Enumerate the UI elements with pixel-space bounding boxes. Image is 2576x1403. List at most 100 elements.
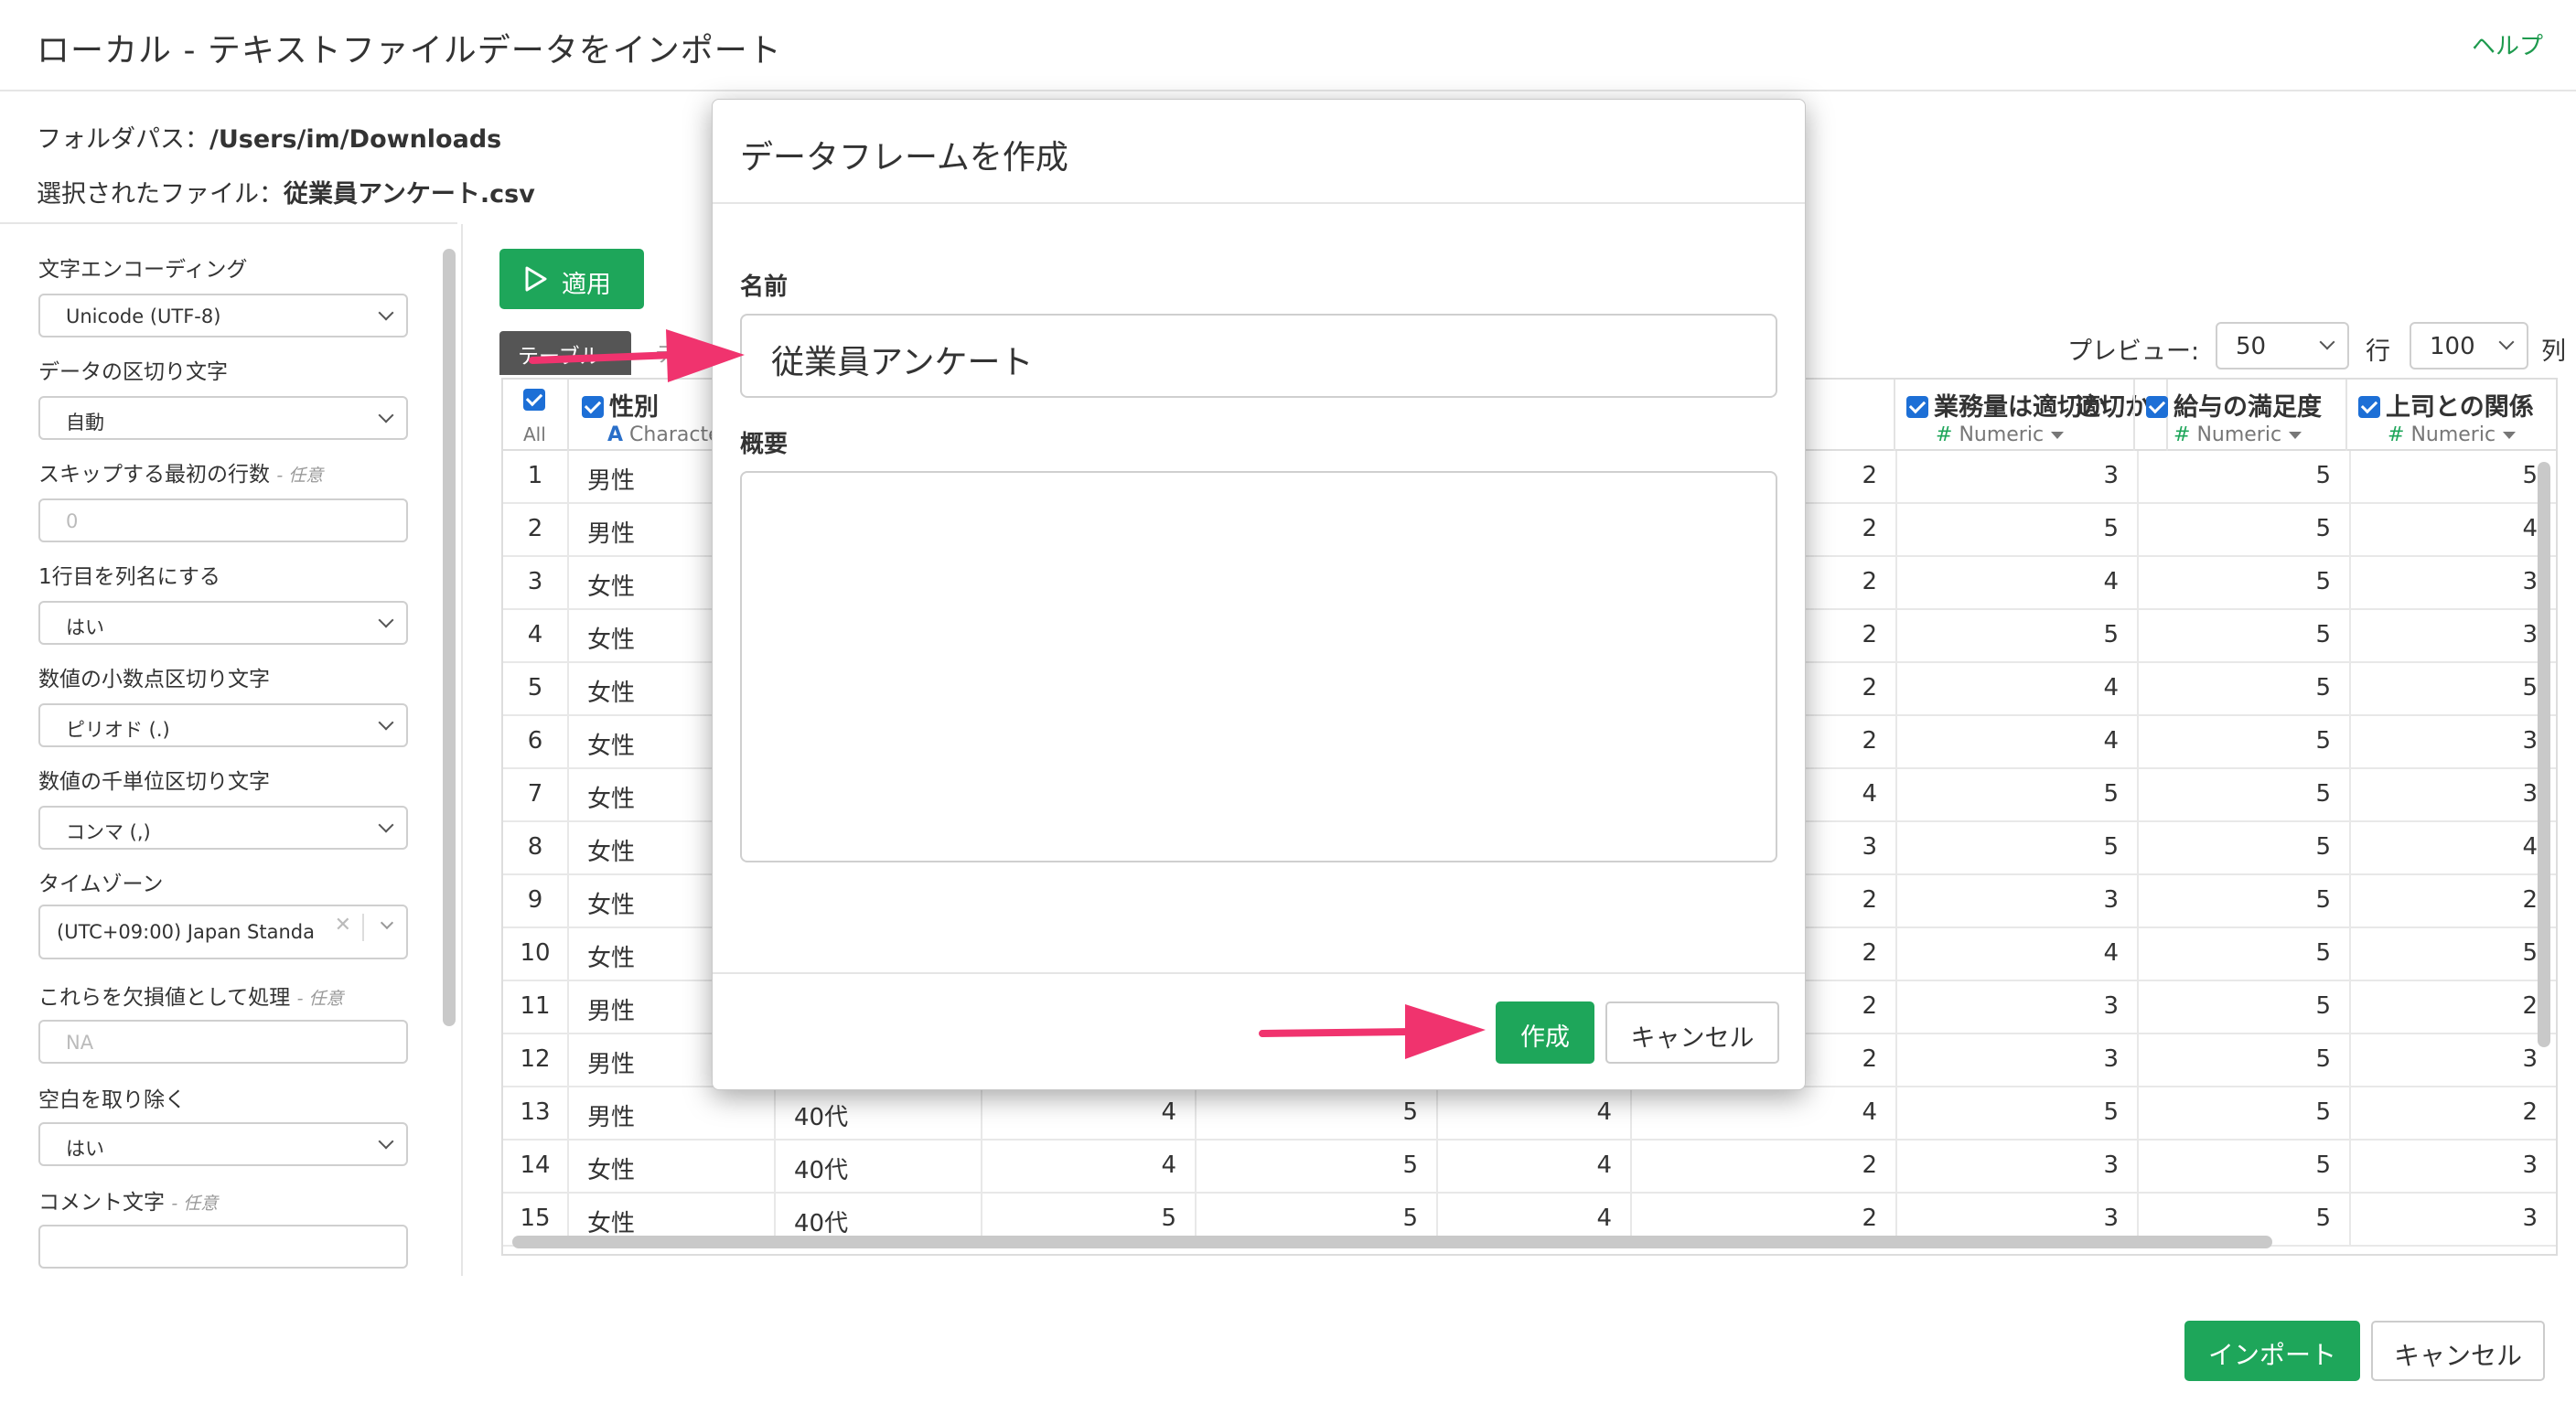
row-index: 6	[503, 716, 569, 769]
folder-path-line: フォルダパス：/Users/im/Downloads	[37, 119, 501, 155]
numeric-type-icon: #	[1936, 423, 1953, 446]
column-checkbox[interactable]	[582, 396, 604, 418]
column-type[interactable]: # Numeric	[1936, 423, 2065, 446]
clear-icon[interactable]: ✕	[335, 914, 351, 937]
table-cell: 5	[1897, 504, 2139, 557]
table-cell: 5	[2139, 1034, 2351, 1087]
table-cell: 40代	[776, 1141, 982, 1194]
na-values-label-text: これらを欠損値として処理	[38, 986, 291, 1010]
column-type[interactable]: # Numeric	[2174, 423, 2302, 446]
decimal-separator-label: 数値の小数点区切り文字	[38, 668, 270, 691]
column-checkbox[interactable]	[1906, 396, 1928, 418]
selected-file-value: 従業員アンケート.csv	[284, 180, 535, 209]
table-cell: 5	[2139, 875, 2351, 928]
skip-rows-optional: - 任意	[276, 466, 324, 486]
table-cell: 5	[2139, 1087, 2351, 1141]
vertical-scrollbar[interactable]	[2538, 462, 2550, 1047]
row-index: 10	[503, 928, 569, 981]
table-cell: 5	[2139, 716, 2351, 769]
table-cell: 3	[2351, 1034, 2556, 1087]
trim-whitespace-label: 空白を取り除く	[38, 1088, 186, 1112]
chevron-down-icon[interactable]	[380, 916, 394, 930]
table-row: 14 女性 40代 4 5 4 2 3 5 3	[503, 1141, 2556, 1194]
page-title: ローカル - テキストファイルデータをインポート	[37, 32, 782, 70]
create-dataframe-dialog: データフレームを作成 名前 従業員アンケート 概要 作成 キャンセル	[712, 99, 1806, 1090]
row-index: 11	[503, 981, 569, 1034]
table-cell: 4	[1897, 557, 2139, 610]
import-button[interactable]: インポート	[2184, 1321, 2360, 1381]
na-values-input[interactable]: NA	[38, 1020, 408, 1064]
description-label: 概要	[740, 431, 789, 458]
name-input[interactable]: 従業員アンケート	[740, 314, 1777, 398]
create-button[interactable]: 作成	[1496, 1001, 1594, 1064]
table-cell: 5	[2139, 981, 2351, 1034]
table-cell: 5	[2139, 822, 2351, 875]
table-cell: 4	[982, 1141, 1197, 1194]
row-index: 9	[503, 875, 569, 928]
na-values-optional: - 任意	[296, 989, 344, 1009]
table-cell: 3	[2351, 610, 2556, 663]
skip-rows-label-text: スキップする最初の行数	[38, 463, 270, 487]
row-index: 4	[503, 610, 569, 663]
column-header-boss[interactable]: 上司との関係 # Numeric	[2347, 380, 2556, 451]
select-all-checkbox[interactable]	[523, 389, 545, 411]
table-cell: 5	[1197, 1141, 1438, 1194]
table-cell: 5	[2139, 557, 2351, 610]
rows-label: 行	[2366, 337, 2390, 366]
comment-char-input[interactable]	[38, 1225, 408, 1269]
na-values-label: これらを欠損値として処理 - 任意	[38, 980, 344, 1011]
table-cell: 4	[2351, 504, 2556, 557]
apply-button[interactable]: 適用	[499, 249, 644, 309]
caret-down-icon	[2051, 432, 2065, 439]
preview-label: プレビュー:	[2067, 337, 2200, 366]
settings-scrollbar[interactable]	[443, 249, 456, 1026]
column-type-text: Numeric	[2196, 423, 2282, 446]
dialog-title: データフレームを作成	[740, 139, 1068, 177]
cancel-button[interactable]: キャンセル	[2371, 1321, 2545, 1381]
name-label: 名前	[740, 273, 789, 301]
table-cell: 3	[1897, 1141, 2139, 1194]
column-header-salary[interactable]: 給与の満足度 # Numeric	[2135, 380, 2347, 451]
table-cell: 5	[1197, 1087, 1438, 1141]
table-cell: 5	[2139, 1141, 2351, 1194]
timezone-value: (UTC+09:00) Japan Standa	[57, 921, 315, 943]
dialog-cancel-button[interactable]: キャンセル	[1605, 1001, 1779, 1064]
timezone-select[interactable]: (UTC+09:00) Japan Standa ✕	[38, 905, 408, 959]
table-cell: 3	[1897, 875, 2139, 928]
table-cell: 4	[1438, 1087, 1632, 1141]
character-type-icon: A	[607, 423, 624, 446]
trim-whitespace-select[interactable]: はい	[38, 1122, 408, 1166]
skip-rows-input[interactable]: 0	[38, 498, 408, 542]
table-cell: 5	[1897, 1087, 2139, 1141]
column-checkbox[interactable]	[2146, 396, 2168, 418]
row-index: 1	[503, 451, 569, 504]
table-cell: 5	[2139, 504, 2351, 557]
horizontal-scrollbar[interactable]	[512, 1236, 2272, 1248]
skip-rows-label: スキップする最初の行数 - 任意	[38, 456, 323, 487]
table-cell: 4	[1897, 928, 2139, 981]
column-type[interactable]: A Characte	[607, 423, 721, 446]
table-cell: 2	[2351, 981, 2556, 1034]
table-cell: 3	[2351, 769, 2556, 822]
decimal-separator-select[interactable]: ピリオド (.)	[38, 703, 408, 747]
table-cell: 4	[1438, 1141, 1632, 1194]
dialog-header-divider	[713, 202, 1805, 204]
column-name-text: 業務量は適切か	[1934, 393, 2107, 422]
delimiter-select[interactable]: 自動	[38, 396, 408, 440]
column-header-workload[interactable]: 業務量は適切か # Numeric	[1894, 380, 2135, 451]
column-checkbox[interactable]	[2358, 396, 2380, 418]
columns-count-select[interactable]: 100	[2410, 322, 2528, 369]
help-link[interactable]: ヘルプ	[2472, 27, 2543, 61]
encoding-select[interactable]: Unicode (UTF-8)	[38, 294, 408, 337]
header-row-select[interactable]: はい	[38, 601, 408, 645]
column-type[interactable]: # Numeric	[2388, 423, 2517, 446]
table-cell: 3	[2351, 1194, 2556, 1247]
preview-count-select[interactable]: 50	[2216, 322, 2349, 369]
description-textarea[interactable]	[740, 471, 1777, 862]
select-all-label: All	[523, 423, 546, 445]
row-index: 3	[503, 557, 569, 610]
page-header: ローカル - テキストファイルデータをインポート ヘルプ	[0, 0, 2576, 91]
column-type-text: Numeric	[1959, 423, 2045, 446]
thousands-separator-select[interactable]: コンマ (,)	[38, 806, 408, 850]
comment-char-optional: - 任意	[171, 1194, 219, 1214]
